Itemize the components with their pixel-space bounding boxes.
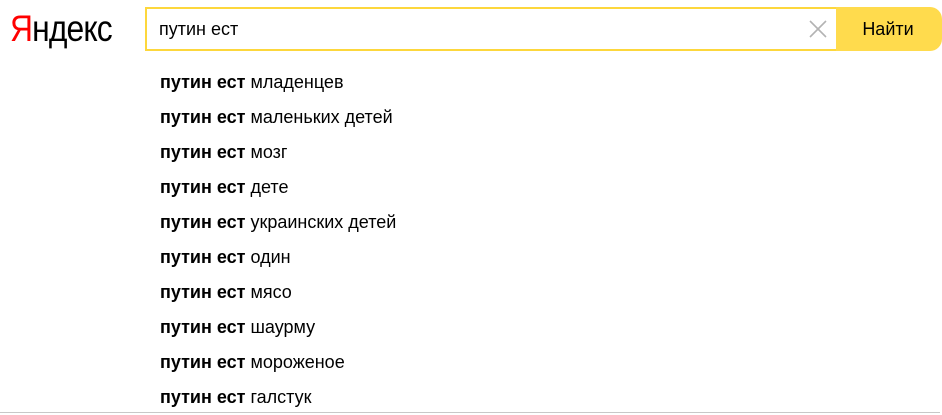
suggest-completion: дете [250,177,289,197]
suggest-prefix: путин ест [160,282,246,302]
suggest-item[interactable]: путин ест галстук [160,380,396,415]
suggest-item[interactable]: путин ест шаурму [160,310,396,345]
suggest-prefix: путин ест [160,212,246,232]
suggest-completion: мясо [250,282,292,302]
logo-first-letter: Я [10,8,33,49]
search-box[interactable]: путин ест [145,7,836,51]
suggest-completion: мороженое [250,352,345,372]
suggest-completion: шаурму [250,317,316,337]
suggest-prefix: путин ест [160,352,246,372]
logo-rest: ндекс [32,8,113,49]
search-button-label: Найти [862,18,914,39]
suggest-item[interactable]: путин ест мороженое [160,345,396,380]
suggest-prefix: путин ест [160,177,246,197]
suggest-completion: младенцев [250,72,344,92]
suggest-prefix: путин ест [160,107,246,127]
search-form: путин ест Найти [145,7,942,51]
suggest-item[interactable]: путин ест младенцев [160,65,396,100]
suggest-completion: галстук [250,387,312,407]
suggest-list: путин ест младенцев путин ест маленьких … [160,65,396,415]
suggest-item[interactable]: путин ест один [160,240,396,275]
suggest-prefix: путин ест [160,247,246,267]
suggest-item[interactable]: путин ест дете [160,170,396,205]
search-button[interactable]: Найти [836,7,942,51]
suggest-item[interactable]: путин ест мозг [160,135,396,170]
suggest-prefix: путин ест [160,387,246,407]
suggest-prefix: путин ест [160,72,246,92]
suggest-item[interactable]: путин ест маленьких детей [160,100,396,135]
suggest-completion: один [250,247,291,267]
suggest-prefix: путин ест [160,142,246,162]
suggest-completion: украинских детей [250,212,397,232]
close-icon[interactable] [808,19,828,39]
search-input[interactable]: путин ест [159,9,238,49]
yandex-logo[interactable]: Яндекс [10,8,113,49]
suggest-item[interactable]: путин ест украинских детей [160,205,396,240]
suggest-completion: маленьких детей [250,107,393,127]
suggest-prefix: путин ест [160,317,246,337]
suggest-item[interactable]: путин ест мясо [160,275,396,310]
suggest-completion: мозг [250,142,288,162]
bottom-divider [0,412,940,413]
